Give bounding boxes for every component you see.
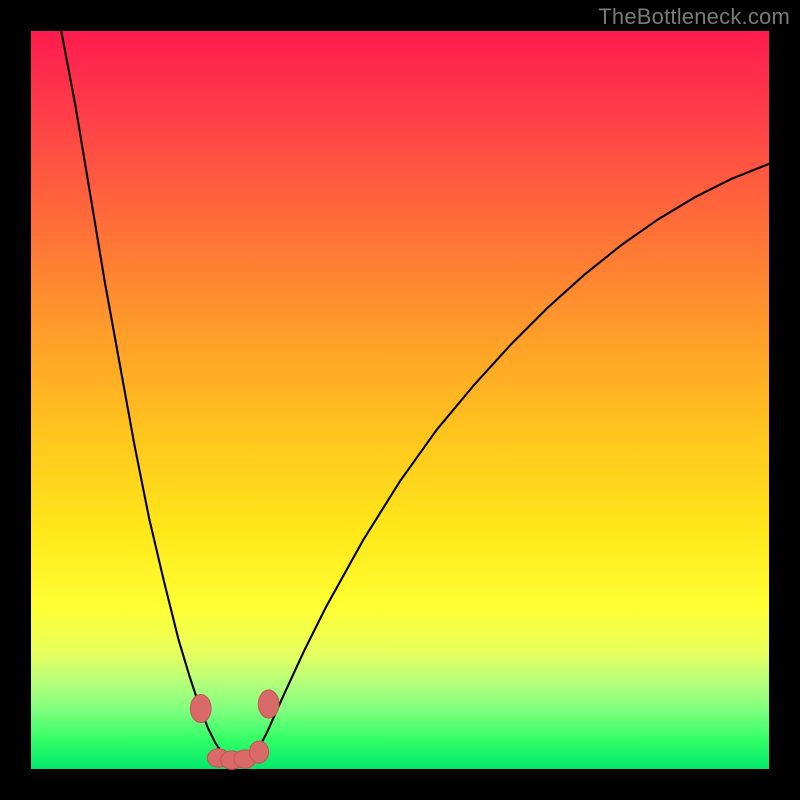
plot-area bbox=[31, 31, 769, 769]
bottleneck-curve bbox=[61, 31, 769, 765]
outer-frame: TheBottleneck.com bbox=[0, 0, 800, 800]
watermark-text: TheBottleneck.com bbox=[598, 4, 790, 30]
marker-group bbox=[190, 690, 279, 769]
marker-bead-5 bbox=[258, 690, 279, 718]
marker-bead-0 bbox=[190, 694, 211, 722]
curve-layer bbox=[31, 31, 769, 769]
marker-bead-4 bbox=[249, 741, 268, 763]
